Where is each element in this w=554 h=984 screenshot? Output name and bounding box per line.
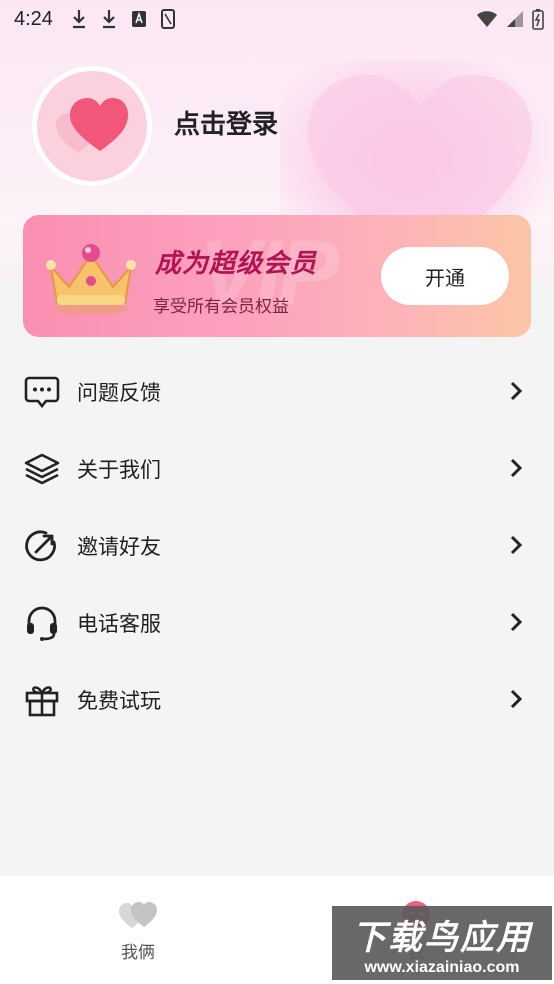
- menu-item-about[interactable]: 关于我们: [0, 430, 554, 507]
- tab-label: 我俩: [121, 943, 155, 963]
- site-watermark: 下载鸟应用 www.xiazainiao.com: [332, 906, 552, 980]
- chevron-right-icon: [510, 381, 522, 401]
- crown-icon: [46, 244, 136, 315]
- vip-banner[interactable]: VIP 成为超级会员 享受所有会员权益 开通: [23, 215, 531, 337]
- phone-notification-icon: [160, 9, 175, 29]
- gift-icon: [23, 681, 61, 719]
- heart-icon: [56, 98, 128, 153]
- vip-title: 成为超级会员: [155, 249, 318, 279]
- chevron-right-icon: [510, 689, 522, 709]
- menu-label: 电话客服: [77, 611, 161, 636]
- menu-item-feedback[interactable]: 问题反馈: [0, 353, 554, 430]
- layers-icon: [23, 450, 61, 488]
- hearts-icon: [119, 902, 157, 928]
- menu-label: 免费试玩: [77, 688, 161, 713]
- vip-subtitle: 享受所有会员权益: [153, 297, 289, 317]
- chevron-right-icon: [510, 535, 522, 555]
- chevron-right-icon: [510, 458, 522, 478]
- battery-icon: [532, 9, 544, 30]
- feedback-icon: [23, 373, 61, 411]
- status-bar: 4:24: [0, 0, 554, 38]
- app-notification-icon: [131, 11, 146, 27]
- share-icon: [23, 527, 61, 565]
- watermark-title: 下载鸟应用: [352, 917, 532, 958]
- avatar-background: [37, 71, 147, 181]
- menu-label: 问题反馈: [77, 380, 161, 405]
- settings-menu: 问题反馈 关于我们 邀请好友 电话客服 免费试玩: [0, 353, 554, 738]
- chevron-right-icon: [510, 612, 522, 632]
- watermark-url: www.xiazainiao.com: [364, 958, 520, 976]
- activate-vip-button[interactable]: 开通: [381, 247, 509, 305]
- status-time: 4:24: [14, 7, 53, 30]
- wifi-icon: [477, 11, 497, 27]
- menu-item-phone-support[interactable]: 电话客服: [0, 584, 554, 661]
- signal-icon: [507, 11, 523, 27]
- login-prompt[interactable]: 点击登录: [174, 104, 278, 141]
- menu-label: 关于我们: [77, 457, 161, 482]
- download-icon: [102, 10, 115, 29]
- avatar[interactable]: [32, 66, 152, 186]
- menu-item-free-trial[interactable]: 免费试玩: [0, 661, 554, 738]
- download-icon: [72, 10, 85, 29]
- headset-icon: [23, 604, 61, 642]
- tab-us[interactable]: 我俩: [78, 900, 198, 963]
- menu-label: 邀请好友: [77, 534, 161, 559]
- menu-item-invite[interactable]: 邀请好友: [0, 507, 554, 584]
